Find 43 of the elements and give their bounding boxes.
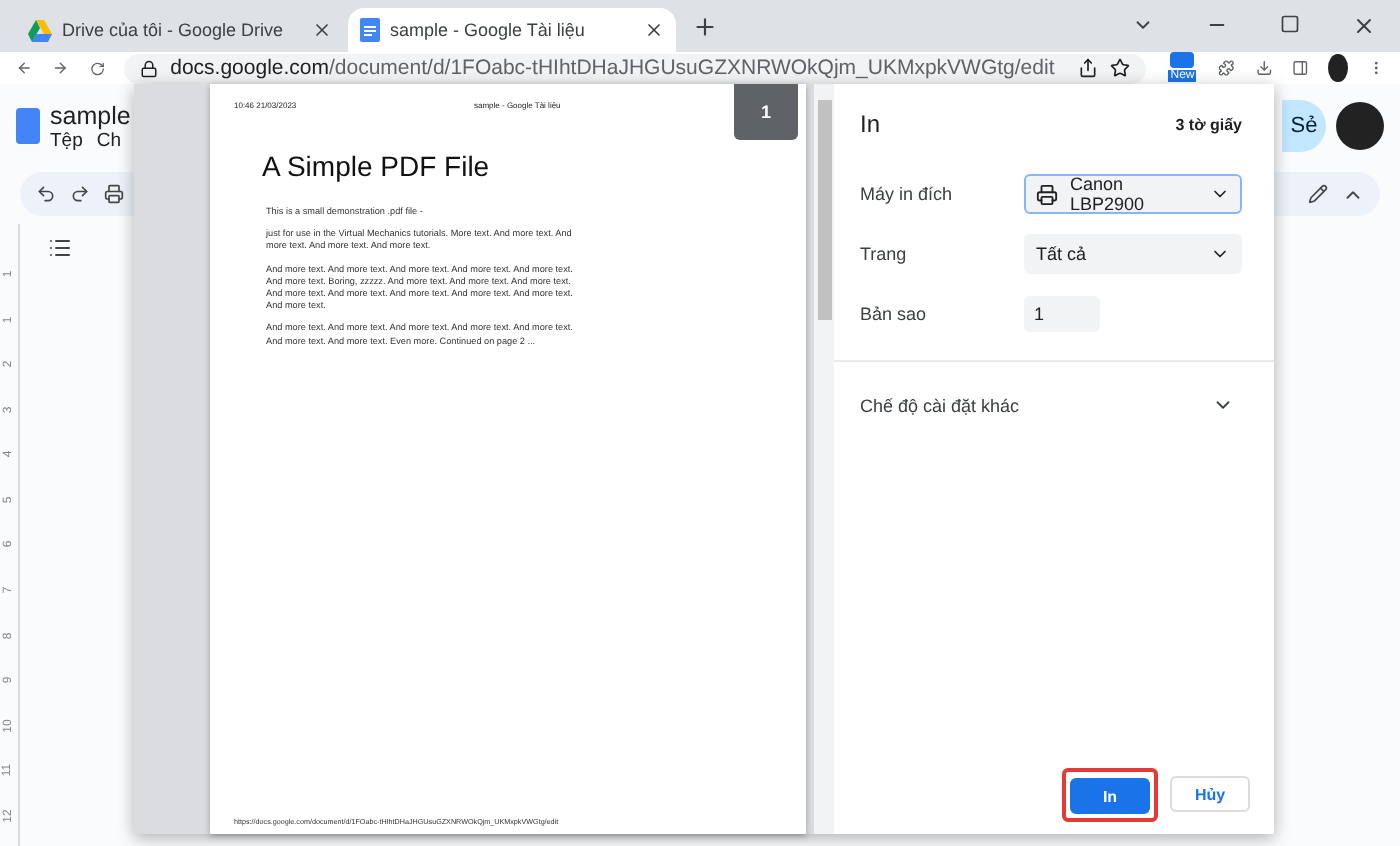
close-icon[interactable] xyxy=(644,20,664,40)
scrollbar[interactable] xyxy=(814,84,834,834)
bookmark-star-icon[interactable] xyxy=(1110,58,1131,78)
setting-label: Bản sao xyxy=(860,304,929,324)
browser-tab[interactable]: sample - Google Tài liệu xyxy=(348,8,676,52)
side-panel-icon[interactable] xyxy=(1291,56,1309,80)
print-button[interactable]: In xyxy=(1070,778,1150,814)
dialog-title: In xyxy=(860,110,881,138)
profile-avatar[interactable] xyxy=(1328,54,1348,82)
share-button[interactable]: Sẻ xyxy=(1282,100,1326,152)
drive-logo-icon xyxy=(28,19,52,41)
reload-icon[interactable] xyxy=(89,57,105,79)
pencil-icon[interactable] xyxy=(1308,184,1328,204)
menu-item[interactable]: Tệp xyxy=(50,129,83,151)
close-icon[interactable] xyxy=(312,20,332,40)
copies-field[interactable]: 1 xyxy=(1024,296,1100,332)
cancel-button[interactable]: Hủy xyxy=(1170,776,1250,813)
more-settings-toggle[interactable]: Chế độ cài đặt khác xyxy=(834,360,1274,448)
extensions-icon[interactable] xyxy=(1218,56,1236,80)
redo-icon[interactable] xyxy=(70,184,90,204)
close-icon[interactable] xyxy=(1352,14,1376,38)
lock-icon xyxy=(140,59,159,77)
new-tab-icon[interactable] xyxy=(692,13,718,39)
scrollbar-thumb[interactable] xyxy=(817,100,831,320)
maximize-icon[interactable] xyxy=(1280,14,1300,34)
document-icon xyxy=(360,18,380,42)
page-heading: A Simple PDF File xyxy=(262,150,492,182)
setting-label: Máy in đích xyxy=(860,184,955,204)
printer-icon xyxy=(1036,183,1058,205)
profile-avatar[interactable] xyxy=(1336,102,1384,150)
print-icon[interactable] xyxy=(104,184,124,204)
browser-tab[interactable]: Drive của tôi - Google Drive xyxy=(16,8,344,52)
undo-icon[interactable] xyxy=(36,184,56,204)
document-title[interactable]: sample xyxy=(50,101,131,129)
address-bar[interactable]: docs.google.com/document/d/1FOabc-tHIhtDHaJHGUsuGZXNRWOkQjm_UKMxpkVWGtg/edit xyxy=(124,53,1147,83)
printer-select[interactable]: Canon LBP2900 xyxy=(1024,174,1242,214)
share-icon[interactable] xyxy=(1078,58,1099,78)
download-icon[interactable] xyxy=(1255,56,1272,80)
menu-item[interactable]: Ch xyxy=(96,129,122,151)
page-number-label: 1 xyxy=(734,84,798,140)
sheet-count: 3 tờ giấy xyxy=(1175,115,1242,133)
pages-select[interactable]: Tất cả xyxy=(1024,234,1242,274)
setting-label: Trang xyxy=(860,244,909,264)
